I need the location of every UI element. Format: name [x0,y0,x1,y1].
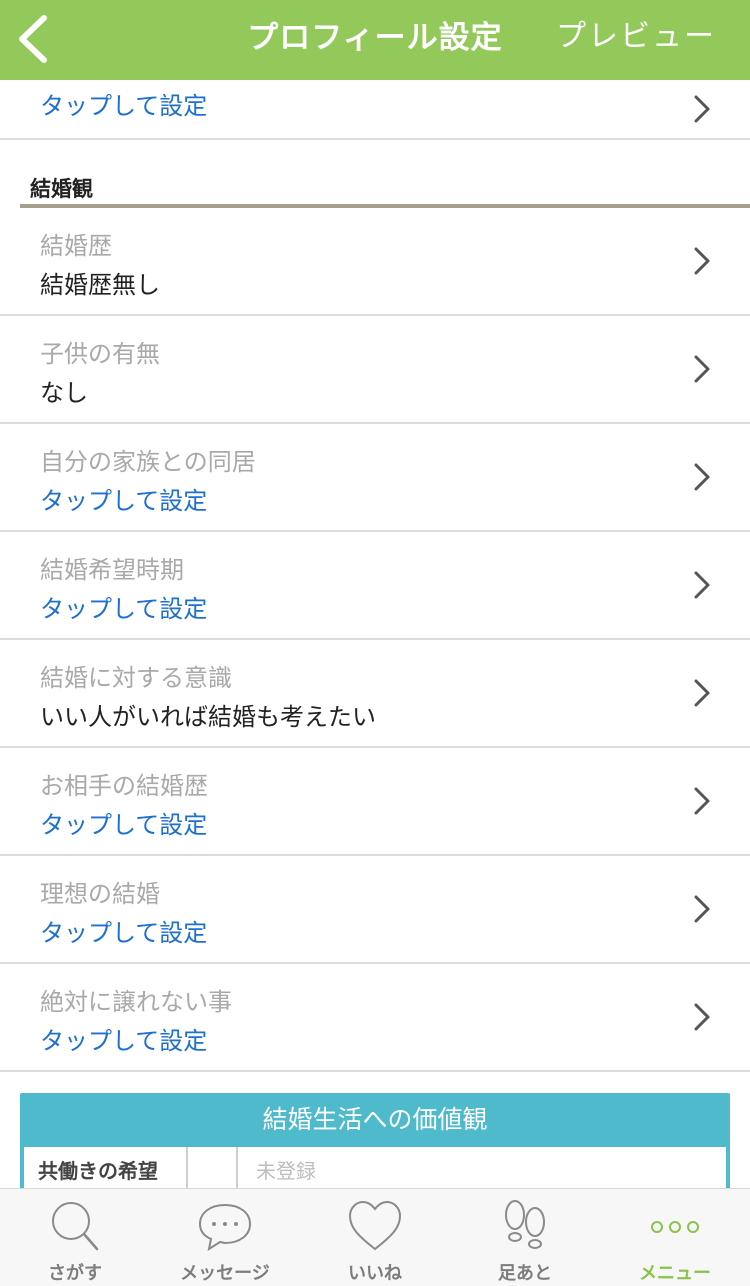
setting-row-partial[interactable]: タップして設定 [0,80,750,140]
chevron-right-icon [694,895,710,923]
chevron-right-icon [694,787,710,815]
marriage-values-card: 結婚生活への価値観 共働きの希望 未登録 [20,1093,730,1188]
chevron-right-icon [694,679,710,707]
setting-label: お相手の結婚歴 [40,772,208,800]
setting-row-marriage-history[interactable]: 結婚歴 結婚歴無し [0,208,750,316]
marriage-view-rows: 結婚歴 結婚歴無し 子供の有無 なし 自分の家族との同居 タップして設定 結婚希… [0,208,750,1072]
setting-value: タップして設定 [40,487,208,515]
heart-icon [348,1200,402,1251]
footprints-icon [505,1200,545,1249]
setting-row-non-negotiable[interactable]: 絶対に譲れない事 タップして設定 [0,964,750,1072]
setting-label: 自分の家族との同居 [40,448,256,476]
setting-row-marriage-timing[interactable]: 結婚希望時期 タップして設定 [0,532,750,640]
tab-search[interactable]: さがす [0,1189,150,1286]
section-title-marriage-view: 結婚観 [30,177,93,201]
setting-value: 結婚歴無し [40,271,160,299]
setting-row-children[interactable]: 子供の有無 なし [0,316,750,424]
tab-likes[interactable]: いいね [300,1189,450,1286]
setting-row-ideal-marriage[interactable]: 理想の結婚 タップして設定 [0,856,750,964]
setting-value: なし [40,379,88,407]
card-table[interactable]: 共働きの希望 未登録 [24,1147,726,1188]
setting-label: 結婚希望時期 [40,556,184,584]
setting-row-family-cohabitation[interactable]: 自分の家族との同居 タップして設定 [0,424,750,532]
setting-label: 理想の結婚 [40,880,160,908]
preview-button[interactable]: プレビュー [556,0,716,80]
chevron-right-icon [694,1003,710,1031]
tab-label: メニュー [639,1263,711,1284]
setting-value: タップして設定 [40,811,208,839]
tab-menu[interactable]: メニュー [600,1189,750,1286]
card-title: 結婚生活への価値観 [262,1105,488,1134]
bottom-tab-bar: さがす メッセージ いいね 足あと メニュー [0,1188,750,1286]
chevron-right-icon [694,355,710,383]
setting-label: 子供の有無 [40,340,160,368]
chevron-right-icon [694,247,710,275]
setting-value: タップして設定 [40,595,208,623]
tab-label: メッセージ [180,1263,270,1284]
setting-value: タップして設定 [40,919,208,947]
profile-settings-list[interactable]: タップして設定 結婚観 結婚歴 結婚歴無し 子供の有無 なし 自分の家族との同居… [0,80,750,1188]
table-row-value: 未登録 [256,1159,316,1183]
message-icon [198,1203,252,1252]
tab-footprints[interactable]: 足あと [450,1189,600,1286]
tab-label: 足あと [498,1263,552,1284]
setting-label: 結婚に対する意識 [40,664,232,692]
more-icon [651,1221,699,1233]
chevron-right-icon [694,95,710,123]
tab-messages[interactable]: メッセージ [150,1189,300,1286]
chevron-right-icon [694,463,710,491]
search-icon [52,1202,99,1251]
setting-row-partner-marriage-history[interactable]: お相手の結婚歴 タップして設定 [0,748,750,856]
tab-label: いいね [348,1263,402,1284]
setting-row-marriage-attitude[interactable]: 結婚に対する意識 いい人がいれば結婚も考えたい [0,640,750,748]
setting-label: 絶対に譲れない事 [40,988,232,1016]
table-cell-empty [188,1147,238,1188]
setting-value: タップして設定 [40,92,208,120]
nav-header: プロフィール設定 プレビュー [0,0,750,80]
setting-value: タップして設定 [40,1027,208,1055]
table-row-label: 共働きの希望 [24,1147,188,1188]
chevron-right-icon [694,571,710,599]
setting-label: 結婚歴 [40,232,112,260]
setting-value: いい人がいれば結婚も考えたい [40,703,376,731]
tab-label: さがす [48,1263,102,1284]
